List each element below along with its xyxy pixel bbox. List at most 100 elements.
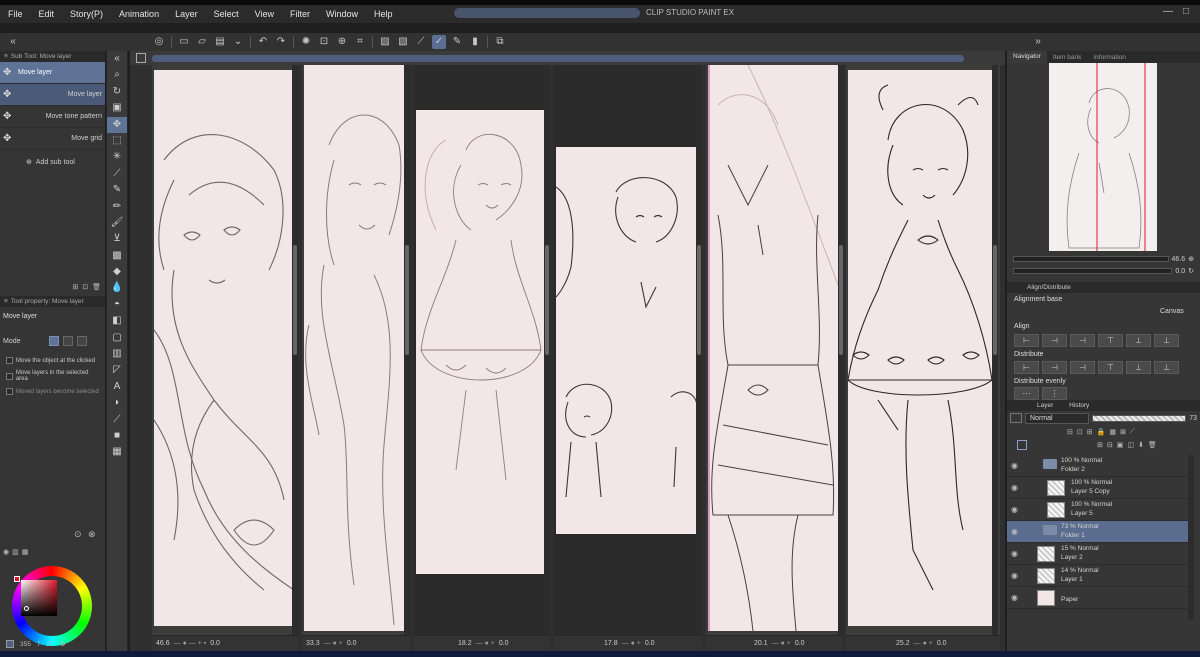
checkbox[interactable] bbox=[6, 357, 13, 364]
color-picker-cursor[interactable] bbox=[24, 606, 29, 611]
dropdown-icon[interactable]: ⌄ bbox=[231, 35, 245, 49]
layer-folder-row[interactable]: ◉ 100 % Normal Folder 2 bbox=[1007, 455, 1188, 477]
mask-icon[interactable]: ⊠ bbox=[1120, 428, 1126, 436]
alignment-base-value[interactable]: Canvas bbox=[1160, 308, 1184, 315]
menu-select[interactable]: Select bbox=[206, 9, 247, 19]
zoom-value[interactable]: 25.2 bbox=[896, 640, 910, 647]
layer-property-icon[interactable] bbox=[1010, 413, 1022, 423]
canvas-paper[interactable] bbox=[416, 110, 545, 574]
visibility-eye-icon[interactable]: ◉ bbox=[1011, 527, 1018, 536]
figure-icon[interactable]: ▢ bbox=[107, 330, 127, 346]
angle-value[interactable]: 0.0 bbox=[645, 640, 655, 647]
lock-alpha-icon[interactable]: ▦ bbox=[1109, 428, 1116, 436]
maximize-icon[interactable]: □ bbox=[1183, 6, 1189, 17]
layer-thumbnail[interactable] bbox=[1047, 502, 1065, 518]
vertical-scrollbar[interactable] bbox=[696, 65, 702, 635]
option-move-selected-area[interactable]: Move layers in the selected area bbox=[0, 367, 105, 385]
export-icon[interactable]: ▮ bbox=[468, 35, 482, 49]
canvas-paper[interactable] bbox=[154, 70, 294, 626]
collapse-left-icon[interactable]: « bbox=[6, 35, 20, 49]
mode-selection-button[interactable] bbox=[62, 336, 73, 346]
canvas-paper[interactable] bbox=[304, 65, 404, 631]
angle-slider[interactable] bbox=[1013, 268, 1173, 274]
zoom-slider-icon[interactable]: — ● + bbox=[622, 640, 641, 647]
eyedropper-icon[interactable]: ⟋ bbox=[107, 166, 127, 182]
layer-folder-row[interactable]: ◉ 73 % Normal Folder 1 bbox=[1007, 521, 1188, 543]
option-move-clicked[interactable]: Move the object at the clicked bbox=[0, 354, 105, 367]
tab-item-bank[interactable]: Item bank bbox=[1047, 54, 1088, 61]
color-slider-tab-icon[interactable]: ▥ bbox=[12, 548, 19, 557]
ruler-icon[interactable]: ◸ bbox=[107, 362, 127, 378]
clip-icon[interactable]: ⊟ bbox=[1067, 428, 1073, 436]
crop-icon[interactable]: ⌗ bbox=[353, 35, 367, 49]
color-set-tab-icon[interactable]: ▦ bbox=[22, 548, 29, 557]
canvas-view[interactable]: 33.3 — ● + 0.0 bbox=[302, 65, 410, 651]
brush-icon[interactable]: 🖌 bbox=[107, 215, 127, 231]
invert-selection-icon[interactable]: ▧ bbox=[396, 35, 410, 49]
text-icon[interactable]: A bbox=[107, 379, 127, 395]
merge-icon[interactable]: ⬇ bbox=[1138, 441, 1144, 449]
collapse-icon[interactable]: « bbox=[107, 51, 127, 67]
layer-scrollbar[interactable] bbox=[1188, 455, 1194, 620]
menu-layer[interactable]: Layer bbox=[167, 9, 206, 19]
zoom-slider-icon[interactable]: — ● — + ▪ bbox=[174, 640, 207, 647]
zoom-value[interactable]: 33.3 bbox=[306, 640, 320, 647]
rotate-icon[interactable]: ↻ bbox=[1188, 267, 1194, 275]
vertical-scrollbar[interactable] bbox=[544, 65, 550, 635]
move-layer-tool-icon[interactable]: ✥ bbox=[107, 116, 127, 133]
tab-layer[interactable]: Layer bbox=[1037, 402, 1053, 409]
clear-selection-icon[interactable]: ▨ bbox=[378, 35, 392, 49]
zoom-icon[interactable]: ⌕ bbox=[107, 67, 127, 83]
tab-navigator[interactable]: Navigator bbox=[1007, 51, 1047, 63]
eraser-icon[interactable]: ◆ bbox=[107, 264, 127, 280]
visibility-eye-icon[interactable]: ◉ bbox=[1011, 461, 1018, 470]
align-bottom-button[interactable]: ⊥ bbox=[1154, 334, 1179, 347]
clip-studio-icon[interactable]: ◎ bbox=[152, 35, 166, 49]
delete-subtool-icon[interactable]: 🗑 bbox=[92, 283, 101, 293]
blend-icon[interactable]: 💧 bbox=[107, 280, 127, 296]
zoom-in-icon[interactable]: ⊕ bbox=[1188, 255, 1194, 263]
companion-icon[interactable]: ⧉ bbox=[493, 35, 507, 49]
undo-icon[interactable]: ↶ bbox=[256, 35, 270, 49]
operation-icon[interactable]: ▣ bbox=[107, 100, 127, 116]
distribute-center-v-button[interactable]: ⊥ bbox=[1126, 361, 1151, 374]
menu-story[interactable]: Story(P) bbox=[62, 9, 111, 19]
delete-layer-icon[interactable]: 🗑 bbox=[1148, 441, 1157, 449]
minimize-icon[interactable]: — bbox=[1163, 6, 1173, 17]
layer-thumbnail[interactable] bbox=[1037, 568, 1055, 584]
pencil-icon[interactable]: ✏ bbox=[107, 199, 127, 215]
align-center-v-button[interactable]: ⊥ bbox=[1126, 334, 1151, 347]
draft-icon[interactable]: ⊞ bbox=[1087, 428, 1093, 436]
ruler-icon[interactable]: ⟋ bbox=[1130, 428, 1135, 436]
angle-value[interactable]: 0.0 bbox=[795, 640, 805, 647]
canvas-view[interactable]: 46.6 — ● — + ▪ 0.0 bbox=[152, 65, 298, 651]
tab-information[interactable]: Information bbox=[1087, 54, 1132, 61]
subtool-move-layer-active[interactable]: ✥ Move layer bbox=[0, 62, 105, 84]
layer-thumbnail[interactable] bbox=[1037, 546, 1055, 562]
layer-row[interactable]: ◉ 14 % Normal Layer 1 bbox=[1007, 565, 1188, 587]
visibility-eye-icon[interactable]: ◉ bbox=[1011, 483, 1018, 492]
layer-row[interactable]: ◉ 15 % Normal Layer 2 bbox=[1007, 543, 1188, 565]
zoom-value[interactable]: 18.2 bbox=[458, 640, 472, 647]
zoom-value[interactable]: 20.1 bbox=[754, 640, 768, 647]
subtool-move-layer[interactable]: ✥ Move layer bbox=[0, 84, 105, 106]
menu-icon[interactable]: ≡ bbox=[4, 298, 8, 305]
lock-icon[interactable]: 🔒 bbox=[1097, 428, 1106, 436]
main-color-swatch[interactable] bbox=[6, 640, 14, 648]
zoom-slider[interactable] bbox=[1013, 256, 1169, 262]
hue-cursor[interactable] bbox=[14, 576, 20, 582]
ruler-icon[interactable]: ⟋ bbox=[414, 35, 428, 49]
copy-subtool-icon[interactable]: ⊞ bbox=[72, 283, 78, 293]
vertical-scrollbar[interactable] bbox=[992, 65, 998, 635]
reference-icon[interactable]: ⊡ bbox=[1077, 428, 1083, 436]
mode-dropdown-button[interactable] bbox=[76, 336, 87, 346]
fill-icon[interactable]: ⊕ bbox=[335, 35, 349, 49]
distribute-bottom-button[interactable]: ⊥ bbox=[1154, 361, 1179, 374]
new-subtool-icon[interactable]: ⊡ bbox=[82, 283, 88, 293]
canvas-view[interactable]: 20.1 — ● + 0.0 bbox=[706, 65, 844, 651]
decoration-icon[interactable]: ▩ bbox=[107, 248, 127, 264]
tab-history[interactable]: History bbox=[1069, 402, 1089, 409]
canvas-tab-scroll[interactable] bbox=[152, 55, 964, 62]
distribute-left-button[interactable]: ⊢ bbox=[1014, 361, 1039, 374]
menu-animation[interactable]: Animation bbox=[111, 9, 167, 19]
